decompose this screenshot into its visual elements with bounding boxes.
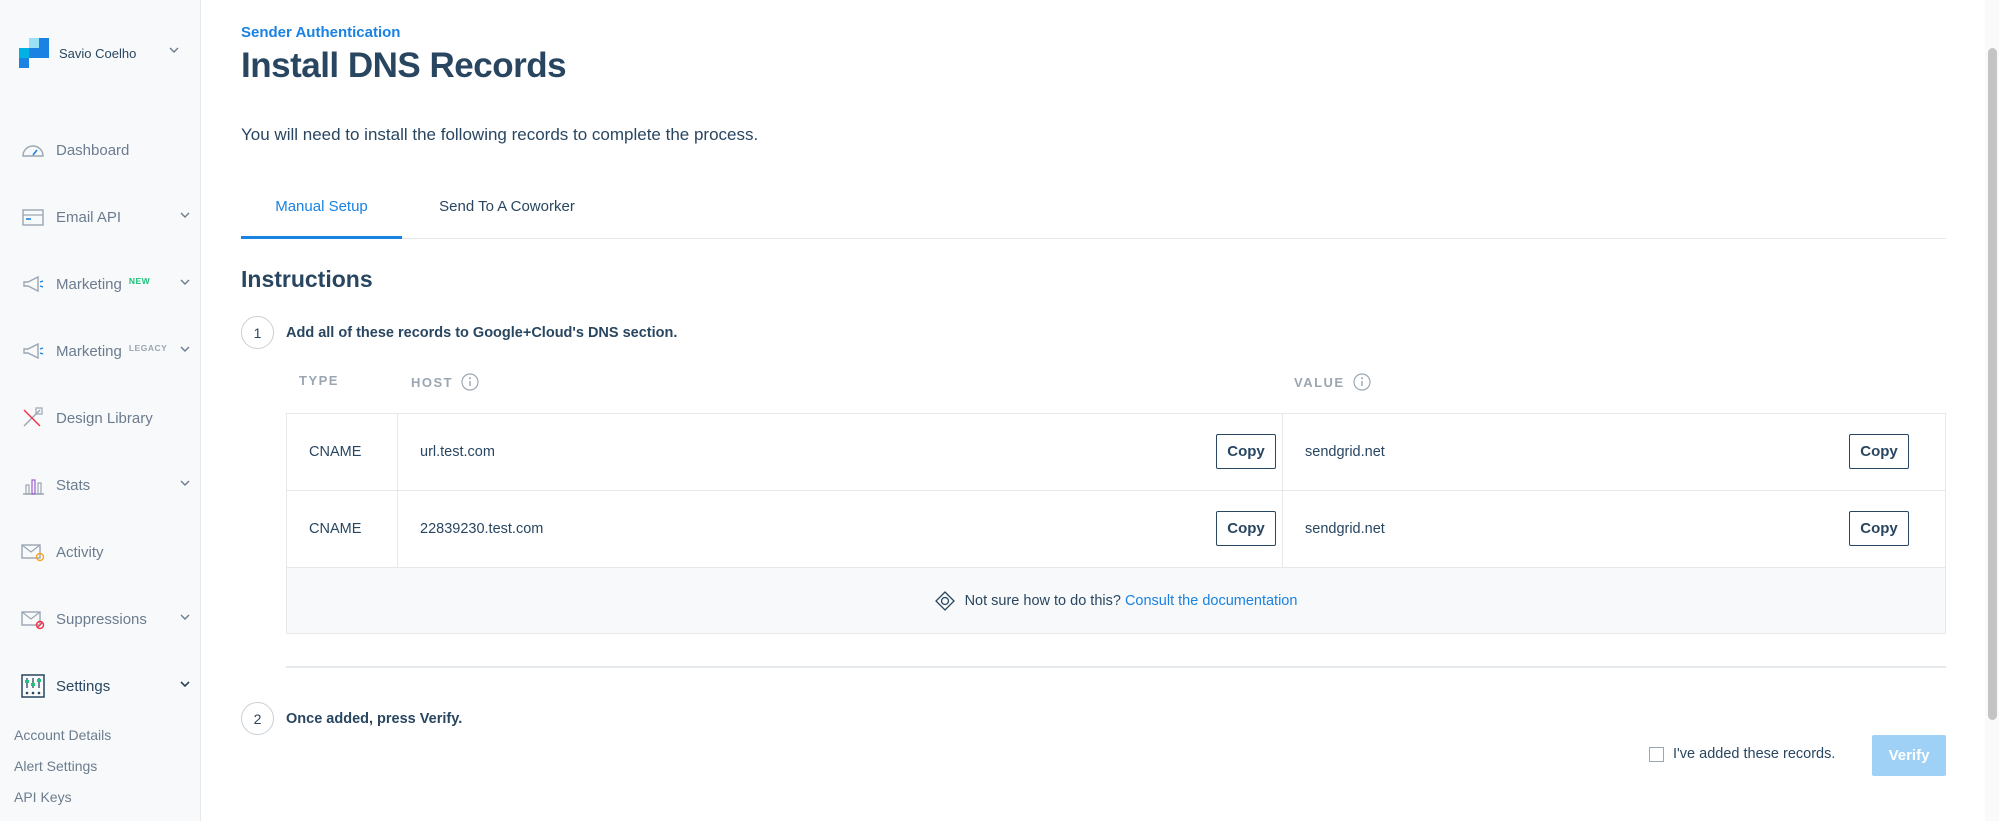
info-icon[interactable] [461,373,479,391]
chevron-down-icon [180,346,190,352]
checkbox[interactable] [1649,746,1664,762]
record-host-cell: url.test.com Copy [398,414,1283,490]
verify-button[interactable]: Verify [1872,735,1946,776]
step-1: 1 Add all of these records to Google+Clo… [241,316,677,349]
step-text: Add all of these records to Google+Cloud… [286,324,678,341]
instructions-title: Instructions [241,266,373,292]
intro-text: You will need to install the following r… [241,125,759,144]
help-text: Not sure how to do this? [964,592,1121,609]
email-api-icon [22,209,44,226]
header-type-label: TYPE [299,373,339,388]
tab-send-to-coworker[interactable]: Send To A Coworker [402,190,612,239]
record-value-cell: sendgrid.net Copy [1283,491,1945,567]
step-2: 2 Once added, press Verify. [241,702,462,735]
column-header-value: VALUE [1294,373,1371,391]
record-value-cell: sendgrid.net Copy [1283,414,1945,490]
record-host-cell: 22839230.test.com Copy [398,491,1283,567]
copy-value-button[interactable]: Copy [1849,434,1909,469]
account-switcher[interactable]: Savio Coelho [19,38,189,68]
chevron-down-icon [169,47,179,53]
account-name: Savio Coelho [59,45,137,61]
table-row: CNAME url.test.com Copy sendgrid.net Cop… [287,414,1945,491]
legacy-badge: LEGACY [128,342,168,353]
scrollbar-thumb[interactable] [1988,48,1997,720]
sidebar-item-marketing-legacy[interactable]: Marketing LEGACY [0,331,200,371]
copy-host-button[interactable]: Copy [1216,434,1276,469]
divider [286,666,1946,668]
step-text: Once added, press Verify. [286,710,463,727]
sidebar-item-design-library[interactable]: Design Library [0,398,200,438]
chevron-down-icon [180,279,190,285]
new-badge: NEW [128,275,151,286]
record-value: sendgrid.net [1305,444,1385,460]
chevron-down-icon [180,681,190,687]
lifebuoy-icon [934,590,955,611]
copy-value-button[interactable]: Copy [1849,511,1909,546]
documentation-link[interactable]: Consult the documentation [1125,593,1298,609]
dns-records-table: CNAME url.test.com Copy sendgrid.net Cop… [286,413,1946,634]
megaphone-icon [23,342,44,360]
step-number: 2 [241,702,274,735]
record-type: CNAME [287,491,398,567]
chevron-down-icon [180,212,190,218]
megaphone-icon [23,275,44,293]
sidebar-item-suppressions[interactable]: Suppressions [0,599,200,639]
tab-manual-setup[interactable]: Manual Setup [241,190,402,239]
info-icon[interactable] [1353,373,1371,391]
step-number: 1 [241,316,274,349]
table-row: CNAME 22839230.test.com Copy sendgrid.ne… [287,491,1945,568]
header-host-label: HOST [411,374,454,390]
sidebar-item-activity[interactable]: Activity [0,532,200,572]
sidebar-subitem-alert-settings[interactable]: Alert Settings [14,758,97,774]
activity-icon [21,544,45,562]
sidebar-subitem-account-details[interactable]: Account Details [14,727,111,743]
scrollbar[interactable] [1985,0,1999,821]
checkbox-label: I've added these records. [1673,746,1836,762]
sendgrid-logo-icon [19,38,49,68]
chevron-down-icon [180,480,190,486]
stats-icon [23,479,44,495]
sidebar-item-settings[interactable]: Settings [0,666,200,706]
sidebar-subitem-api-keys[interactable]: API Keys [14,789,72,805]
page-title: Install DNS Records [241,46,567,85]
header-value-label: VALUE [1294,374,1345,390]
record-type: CNAME [287,414,398,490]
help-row: Not sure how to do this? Consult the doc… [287,568,1945,633]
suppressions-icon [21,611,45,630]
chevron-down-icon [180,614,190,620]
sidebar: Savio Coelho Dashboard Email API Marketi… [0,0,201,821]
record-host: url.test.com [420,444,495,460]
tab-bar: Manual Setup Send To A Coworker [241,190,1946,239]
column-header-type: TYPE [299,373,339,388]
dashboard-icon [22,145,44,157]
settings-icon [21,674,45,698]
design-library-icon [23,407,43,427]
record-value: sendgrid.net [1305,521,1385,537]
marketing-label: Marketing [56,342,122,360]
breadcrumb[interactable]: Sender Authentication [241,24,400,41]
sidebar-item-email-api[interactable]: Email API [0,197,200,237]
records-added-checkbox[interactable]: I've added these records. [1649,746,1835,762]
marketing-label: Marketing [56,275,122,293]
column-header-host: HOST [411,373,479,391]
record-host: 22839230.test.com [420,521,544,537]
copy-host-button[interactable]: Copy [1216,511,1276,546]
sidebar-item-marketing-new[interactable]: Marketing NEW [0,264,200,304]
sidebar-item-stats[interactable]: Stats [0,465,200,505]
sidebar-item-dashboard[interactable]: Dashboard [0,130,200,170]
